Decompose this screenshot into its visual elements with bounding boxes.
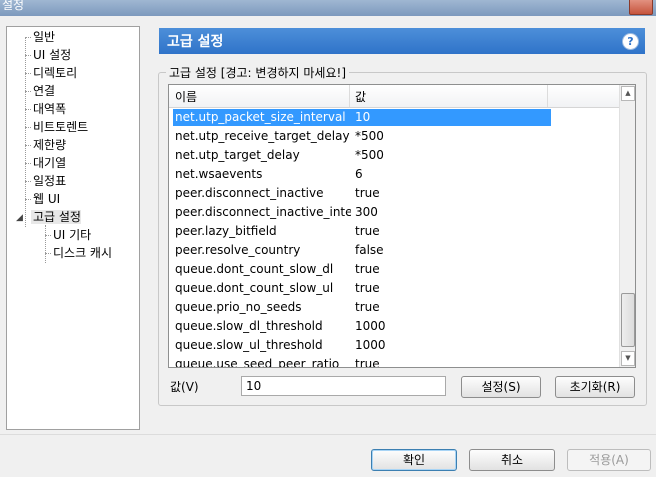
scroll-thumb[interactable] [621, 293, 635, 347]
tree-item-connection[interactable]: 연결 [31, 82, 55, 100]
ok-button[interactable]: 확인 [371, 449, 457, 471]
value-label: 값(V) [170, 380, 199, 394]
table-row[interactable]: net.utp_receive_target_delay *500 [169, 127, 619, 146]
tree-item-web-ui[interactable]: 웹 UI [31, 190, 60, 208]
close-button[interactable] [629, 0, 653, 15]
column-divider[interactable] [547, 85, 548, 107]
table-row[interactable]: peer.resolve_country false [169, 241, 619, 260]
settings-list[interactable]: 이름 값 net.utp_packet_size_interval 10 net.… [168, 84, 636, 368]
footer-divider [0, 434, 656, 435]
value-input[interactable]: 10 [241, 376, 446, 396]
tree-item-advanced[interactable]: 고급 설정 [31, 208, 81, 226]
table-row[interactable]: queue.slow_dl_threshold 1000 [169, 317, 619, 336]
tree-item-queueing[interactable]: 대기열 [31, 154, 66, 172]
table-row[interactable]: queue.use_seed_peer_ratio true [169, 355, 619, 367]
group-legend: 고급 설정 [경고: 변경하지 마세요!] [166, 64, 349, 81]
tree-item-directories[interactable]: 디렉토리 [31, 64, 77, 82]
scroll-down-arrow-icon[interactable]: ▼ [621, 351, 635, 366]
list-header: 이름 값 [169, 85, 619, 108]
tree-item-bandwidth[interactable]: 대역폭 [31, 100, 66, 118]
tree-item-disk-cache[interactable]: 디스크 캐시 [51, 244, 112, 262]
tree-item-transfer-cap[interactable]: 제한량 [31, 136, 66, 154]
page-title: 고급 설정 [167, 34, 224, 50]
table-row[interactable]: peer.disconnect_inactive_inter... 300 [169, 203, 619, 222]
expand-arrow-icon[interactable]: ◢ [16, 213, 23, 223]
table-row[interactable]: net.utp_packet_size_interval 10 [169, 108, 619, 127]
help-icon[interactable]: ? [622, 33, 639, 50]
column-header-name[interactable]: 이름 [175, 88, 197, 105]
tree-item-bittorrent[interactable]: 비트토렌트 [31, 118, 88, 136]
vertical-scrollbar[interactable]: ▲ ▼ [619, 85, 635, 367]
tree-item-scheduler[interactable]: 일정표 [31, 172, 66, 190]
column-header-value[interactable]: 값 [355, 88, 366, 105]
title-bar: 설정 [0, 0, 656, 16]
scroll-up-arrow-icon[interactable]: ▲ [621, 86, 635, 101]
column-divider[interactable] [349, 85, 350, 107]
table-row[interactable]: peer.lazy_bitfield true [169, 222, 619, 241]
table-row[interactable]: queue.prio_no_seeds true [169, 298, 619, 317]
tree-item-ui-settings[interactable]: UI 설정 [31, 46, 71, 64]
table-row[interactable]: queue.dont_count_slow_ul true [169, 279, 619, 298]
table-row[interactable]: queue.dont_count_slow_dl true [169, 260, 619, 279]
tree-connector [45, 225, 46, 263]
table-row[interactable]: net.utp_target_delay *500 [169, 146, 619, 165]
cancel-button[interactable]: 취소 [469, 449, 555, 471]
tree-item-general[interactable]: 일반 [31, 28, 55, 46]
window-title: 설정 [2, 0, 25, 12]
table-row[interactable]: peer.disconnect_inactive true [169, 184, 619, 203]
table-row[interactable]: net.wsaevents 6 [169, 165, 619, 184]
reset-button[interactable]: 초기화(R) [555, 376, 635, 398]
settings-tree[interactable]: 일반 UI 설정 디렉토리 연결 대역폭 비트토렌트 제한량 대기열 일정표 웹… [6, 26, 140, 430]
panel-header: 고급 설정 ? [159, 28, 645, 54]
table-row[interactable]: queue.slow_ul_threshold 1000 [169, 336, 619, 355]
apply-button[interactable]: 적용(A) [567, 449, 651, 471]
set-button[interactable]: 설정(S) [461, 376, 541, 398]
tree-item-ui-extras[interactable]: UI 기타 [51, 226, 91, 244]
